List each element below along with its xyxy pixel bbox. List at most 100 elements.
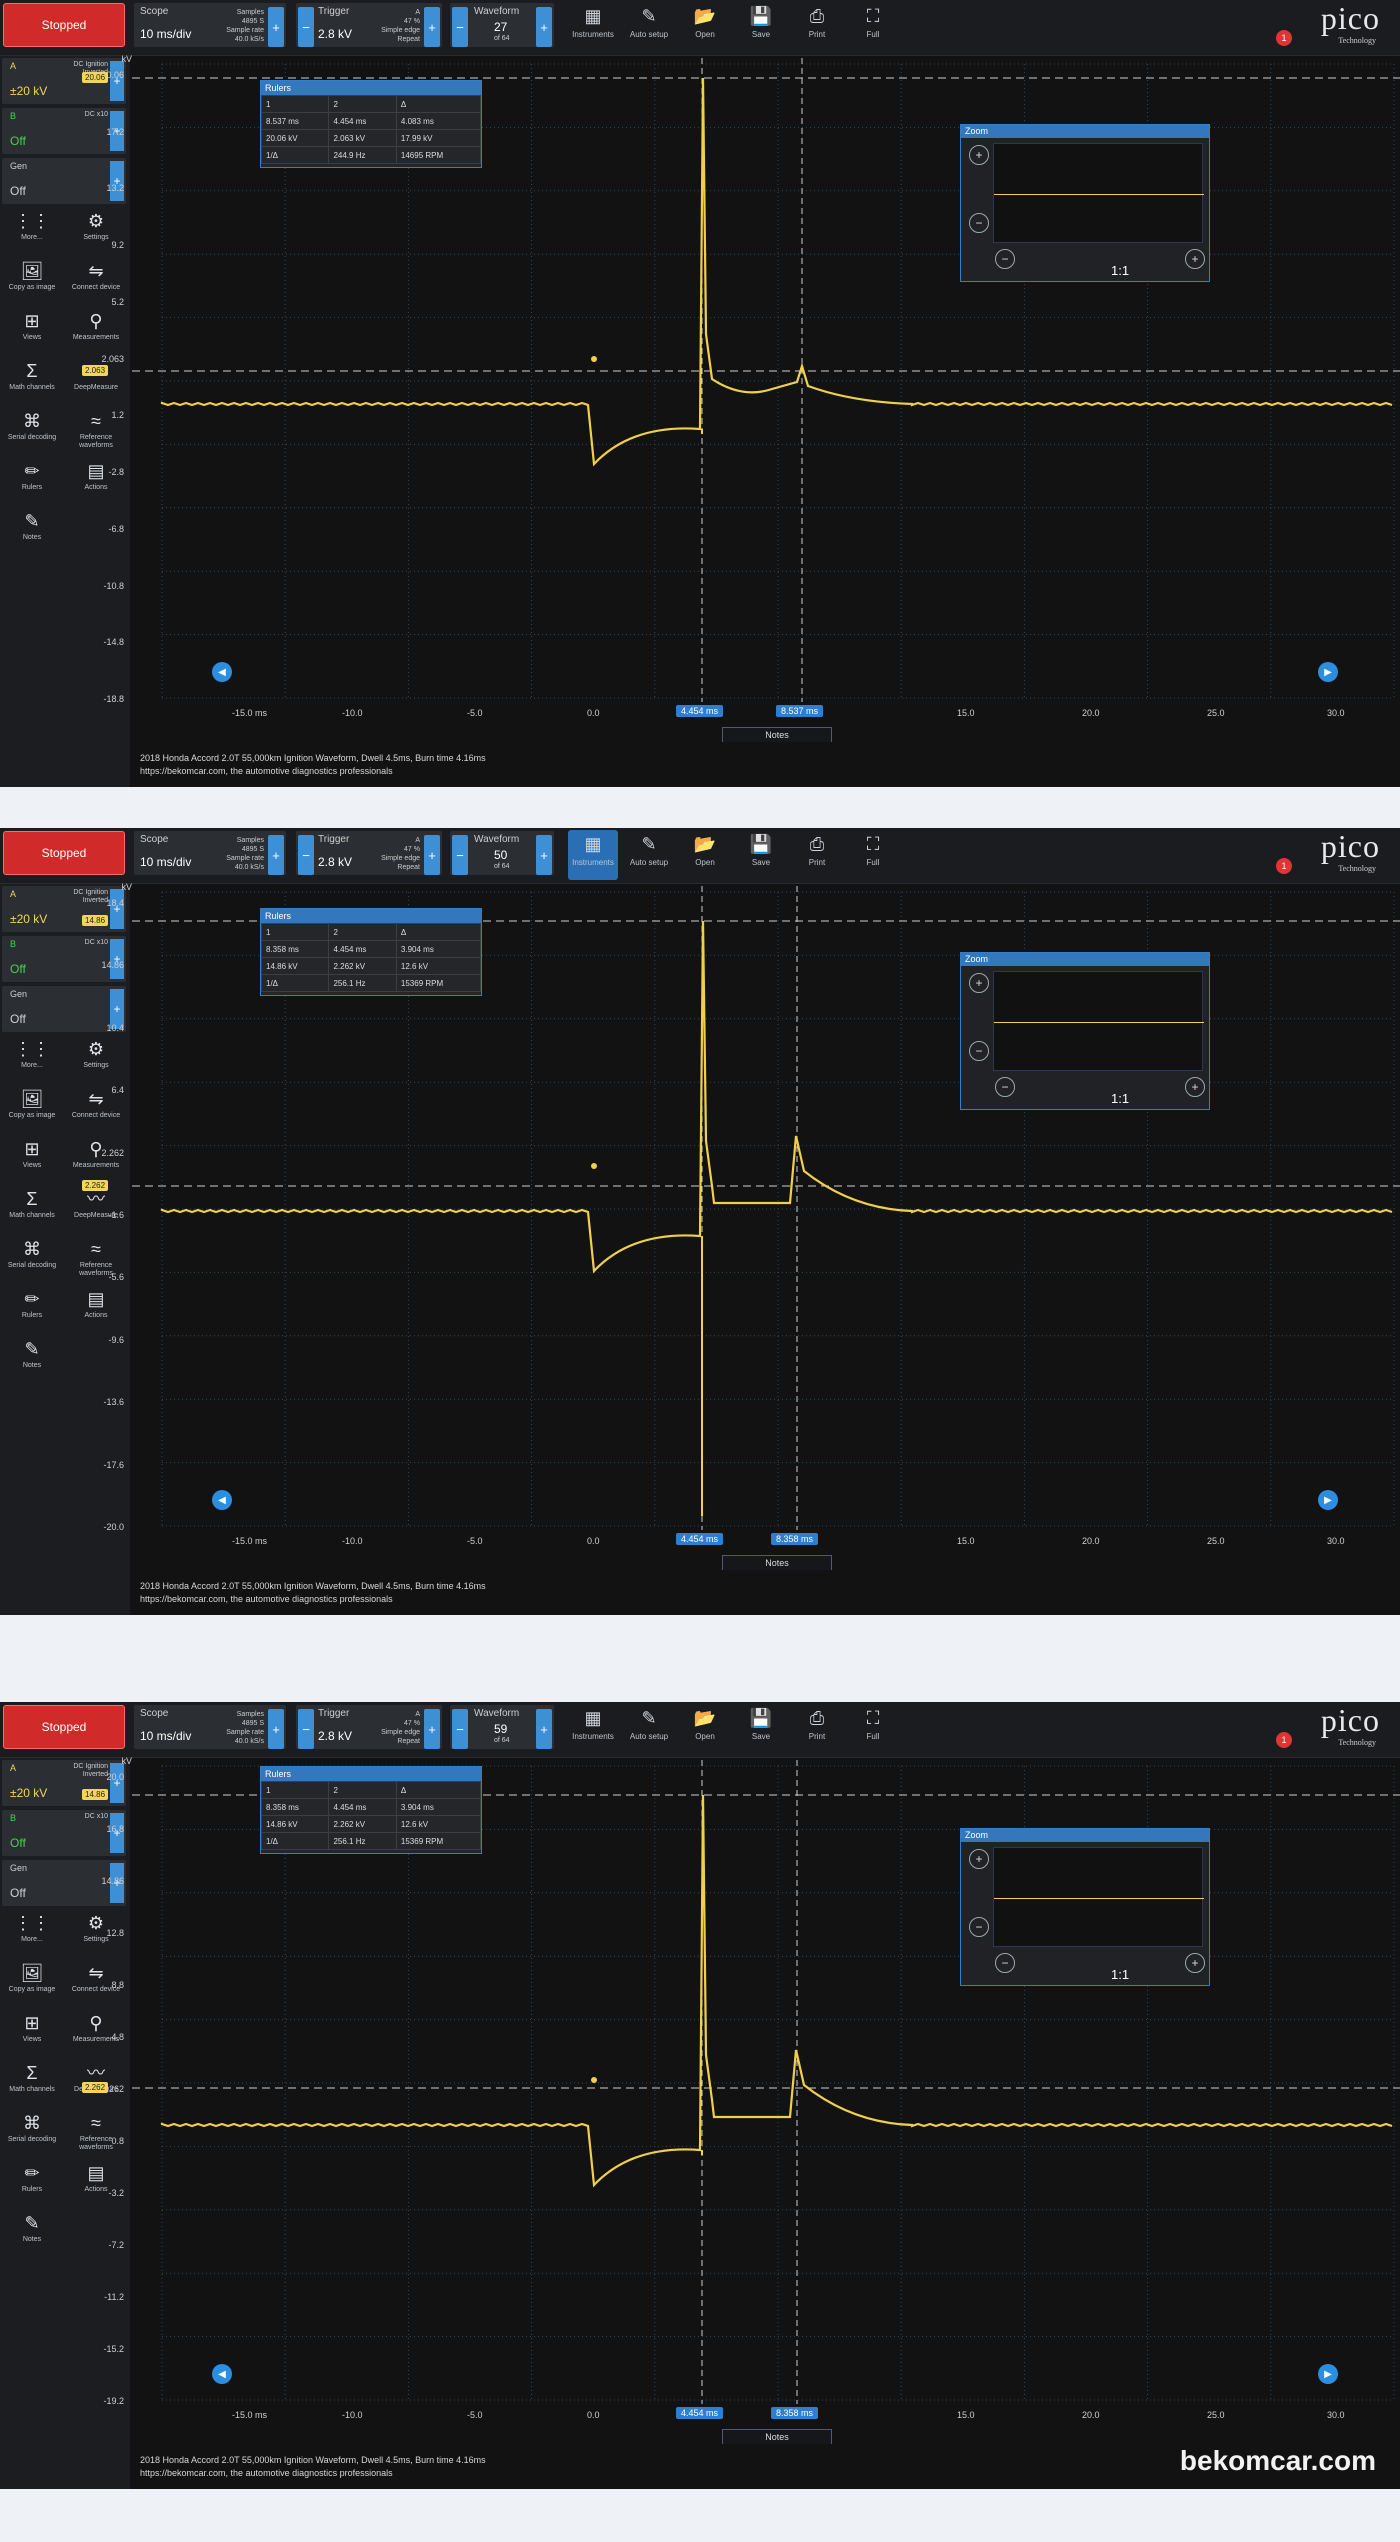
scroll-left-button[interactable]: ◀ (212, 662, 232, 682)
channel-a-range[interactable]: ±20 kV (10, 1786, 47, 1800)
ruler-mid-marker[interactable]: 2.063 (82, 365, 109, 376)
channel-a-range[interactable]: ±20 kV (10, 84, 47, 98)
serial-decoding-tool[interactable]: ⌘ Serial decoding (2, 1236, 62, 1284)
waveform-control[interactable]: − Waveform 59 of 64 + (450, 1705, 554, 1749)
serial-decoding-tool[interactable]: ⌘ Serial decoding (2, 408, 62, 456)
zoom-plus-button[interactable]: + (1185, 1953, 1205, 1973)
channel-a-plus-button[interactable]: + (110, 61, 124, 101)
channel-b-control[interactable]: B Off DC x10 + (2, 936, 126, 982)
scope-control[interactable]: Scope 10 ms/div Samples 4895 S Sample rate 40… (134, 831, 286, 875)
views-tool[interactable]: ⊞ Views (2, 2010, 62, 2058)
more-tool[interactable]: ⋮⋮ More... (2, 1036, 62, 1084)
serial-decoding-tool[interactable]: ⌘ Serial decoding (2, 2110, 62, 2158)
zoom-plus-button[interactable]: + (1185, 1077, 1205, 1097)
copy-as-image-tool[interactable]: 🖼 Copy as image (2, 1086, 62, 1134)
notification-badge[interactable]: 1 (1276, 30, 1292, 46)
print-button[interactable]: ⎙ Print (792, 830, 842, 880)
more-tool[interactable]: ⋮⋮ More... (2, 208, 62, 256)
channel-a-plus-button[interactable]: + (110, 1763, 124, 1803)
scroll-right-button[interactable]: ▶ (1318, 1490, 1338, 1510)
signal-generator-control[interactable]: Gen Off + (2, 158, 126, 204)
instruments-button[interactable]: ▦ Instruments (568, 2, 618, 52)
measurements-tool[interactable]: ⚲ Measurements (66, 308, 126, 356)
math-channels-tool[interactable]: Σ Math channels (2, 2060, 62, 2108)
time-ruler-1-label[interactable]: 4.454 ms (676, 1533, 724, 1545)
print-button[interactable]: ⎙ Print (792, 2, 842, 52)
settings-tool[interactable]: ⚙ Settings (66, 1036, 126, 1084)
instruments-button[interactable]: ▦ Instruments (568, 1704, 618, 1754)
scope-control[interactable]: Scope 10 ms/div Samples 4895 S Sample rate 40… (134, 3, 286, 47)
rulers-tool[interactable]: ✏ Rulers (2, 1286, 62, 1334)
ruler-top-marker[interactable]: 14.86 (82, 915, 109, 926)
more-tool[interactable]: ⋮⋮ More... (2, 1910, 62, 1958)
zoom-in-button[interactable]: + (969, 1849, 989, 1869)
open-button[interactable]: 📂 Open (680, 830, 730, 880)
trigger-control[interactable]: − Trigger 2.8 kV A 47 % Simple edge Repeat + (296, 1705, 442, 1749)
full-button[interactable]: ⛶ Full (848, 830, 898, 880)
actions-tool[interactable]: ▤ Actions (66, 458, 126, 506)
trigger-control[interactable]: − Trigger 2.8 kV A 47 % Simple edge Repeat + (296, 831, 442, 875)
time-ruler-2-label[interactable]: 8.537 ms (776, 705, 824, 717)
signal-generator-plus-button[interactable]: + (110, 161, 124, 201)
stop-button[interactable]: Stopped (3, 831, 125, 875)
notes-tab[interactable]: Notes (722, 2429, 832, 2445)
auto-setup-button[interactable]: ✎ Auto setup (624, 1704, 674, 1754)
math-channels-tool[interactable]: Σ Math channels (2, 358, 62, 406)
zoom-ratio[interactable]: 1:1 (1111, 1967, 1129, 1982)
scroll-right-button[interactable]: ▶ (1318, 2364, 1338, 2384)
waveform-plus-button[interactable]: + (536, 835, 552, 875)
auto-setup-button[interactable]: ✎ Auto setup (624, 2, 674, 52)
zoom-window[interactable]: Zoom + − − +1:1 (960, 952, 1210, 1110)
actions-tool[interactable]: ▤ Actions (66, 2160, 126, 2208)
waveform-minus-button[interactable]: − (452, 835, 468, 875)
zoom-window[interactable]: Zoom + − − +1:1 (960, 124, 1210, 282)
zoom-window[interactable]: Zoom + − − +1:1 (960, 1828, 1210, 1986)
zoom-plus-button[interactable]: + (1185, 249, 1205, 269)
ruler-top-marker[interactable]: 14.86 (82, 1789, 109, 1800)
full-button[interactable]: ⛶ Full (848, 1704, 898, 1754)
scope-plus-button[interactable]: + (268, 1709, 284, 1749)
copy-as-image-tool[interactable]: 🖼 Copy as image (2, 258, 62, 306)
notes-tool[interactable]: ✎ Notes (2, 1336, 62, 1384)
stop-button[interactable]: Stopped (3, 1705, 125, 1749)
instruments-button[interactable]: ▦ Instruments (568, 830, 618, 880)
signal-generator-range[interactable]: Off (10, 1886, 26, 1900)
zoom-out-button[interactable]: − (969, 1041, 989, 1061)
trigger-control[interactable]: − Trigger 2.8 kV A 47 % Simple edge Repeat + (296, 3, 442, 47)
trigger-plus-button[interactable]: + (424, 1709, 440, 1749)
zoom-in-button[interactable]: + (969, 145, 989, 165)
channel-b-range[interactable]: Off (10, 1836, 26, 1850)
save-button[interactable]: 💾 Save (736, 2, 786, 52)
save-button[interactable]: 💾 Save (736, 830, 786, 880)
waveform-plus-button[interactable]: + (536, 7, 552, 47)
waveform-minus-button[interactable]: − (452, 1709, 468, 1749)
rulers-window[interactable]: Rulers 1 2 Δ 8.537 ms 4.454 ms 4.083 ms 20.06 k… (260, 80, 482, 168)
views-tool[interactable]: ⊞ Views (2, 1136, 62, 1184)
ruler-mid-marker[interactable]: 2.262 (82, 1180, 109, 1191)
reference-waveforms-tool[interactable]: ≈ Reference waveforms (66, 2110, 126, 2158)
notes-tab[interactable]: Notes (722, 727, 832, 743)
scroll-left-button[interactable]: ◀ (212, 2364, 232, 2384)
stop-button[interactable]: Stopped (3, 3, 125, 47)
signal-generator-range[interactable]: Off (10, 184, 26, 198)
scroll-right-button[interactable]: ▶ (1318, 662, 1338, 682)
time-ruler-1-label[interactable]: 4.454 ms (676, 705, 724, 717)
channel-b-plus-button[interactable]: + (110, 939, 124, 979)
time-ruler-1-label[interactable]: 4.454 ms (676, 2407, 724, 2419)
channel-a-range[interactable]: ±20 kV (10, 912, 47, 926)
trigger-plus-button[interactable]: + (424, 7, 440, 47)
signal-generator-range[interactable]: Off (10, 1012, 26, 1026)
zoom-ratio[interactable]: 1:1 (1111, 263, 1129, 278)
actions-tool[interactable]: ▤ Actions (66, 1286, 126, 1334)
measurements-tool[interactable]: ⚲ Measurements (66, 1136, 126, 1184)
zoom-minus-button[interactable]: − (995, 1077, 1015, 1097)
channel-b-range[interactable]: Off (10, 134, 26, 148)
zoom-in-button[interactable]: + (969, 973, 989, 993)
rulers-tool[interactable]: ✏ Rulers (2, 458, 62, 506)
zoom-out-button[interactable]: − (969, 1917, 989, 1937)
scroll-left-button[interactable]: ◀ (212, 1490, 232, 1510)
channel-a-plus-button[interactable]: + (110, 889, 124, 929)
scope-control[interactable]: Scope 10 ms/div Samples 4895 S Sample rate 40… (134, 1705, 286, 1749)
copy-as-image-tool[interactable]: 🖼 Copy as image (2, 1960, 62, 2008)
zoom-out-button[interactable]: − (969, 213, 989, 233)
